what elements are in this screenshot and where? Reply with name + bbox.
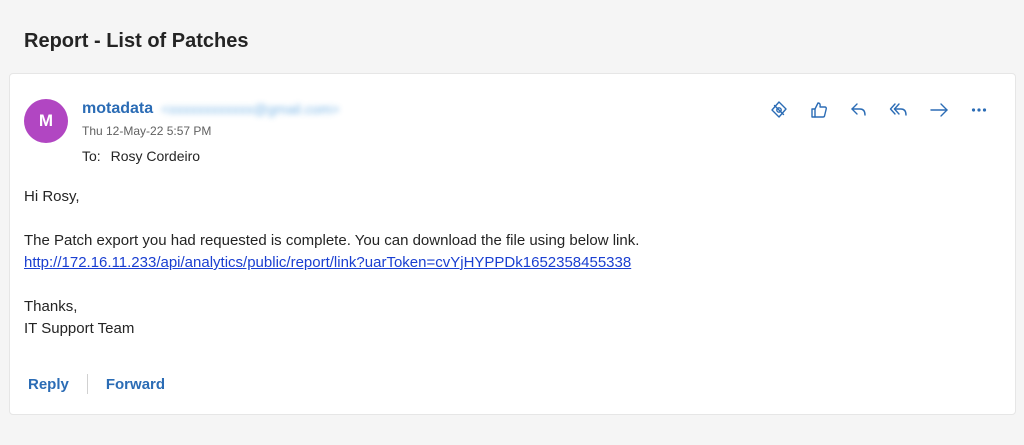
divider [86, 374, 88, 394]
reply-button[interactable] [839, 96, 879, 124]
email-subject: Report - List of Patches [24, 30, 249, 52]
like-icon [811, 102, 827, 118]
message-body: Hi Rosy, The Patch export you had reques… [24, 186, 639, 340]
message-actions [759, 96, 999, 124]
more-icon [971, 108, 987, 112]
more-button[interactable] [959, 96, 999, 124]
forward-footer-button[interactable]: Forward [106, 376, 165, 393]
like-button[interactable] [799, 96, 839, 124]
avatar[interactable]: M [24, 99, 68, 143]
sender-email: <xxxxxxxxxxxx@gmail.com> [161, 101, 340, 117]
reply-all-icon [889, 103, 907, 116]
greeting: Hi Rosy, [24, 188, 80, 205]
reply-all-button[interactable] [879, 96, 919, 124]
forward-icon [930, 103, 948, 117]
tag-button[interactable] [759, 96, 799, 124]
sender-line: motadata <xxxxxxxxxxxx@gmail.com> [82, 100, 339, 118]
forward-button[interactable] [919, 96, 959, 124]
signature: IT Support Team [24, 320, 135, 337]
closing: Thanks, [24, 298, 78, 315]
message-footer: Reply Forward [28, 374, 165, 394]
body-line: The Patch export you had requested is co… [24, 232, 640, 249]
tag-icon [771, 101, 787, 118]
report-link[interactable]: http://172.16.11.233/api/analytics/publi… [24, 254, 631, 271]
recipient-name[interactable]: Rosy Cordeiro [111, 148, 200, 164]
message-date: Thu 12-May-22 5:57 PM [82, 124, 212, 138]
to-label: To: [82, 148, 101, 164]
reply-icon [851, 103, 866, 116]
recipient-line: To: Rosy Cordeiro [82, 148, 200, 164]
reply-footer-button[interactable]: Reply [28, 376, 69, 393]
message-card: M motadata <xxxxxxxxxxxx@gmail.com> Thu … [9, 73, 1016, 415]
sender-name[interactable]: motadata [82, 100, 153, 118]
